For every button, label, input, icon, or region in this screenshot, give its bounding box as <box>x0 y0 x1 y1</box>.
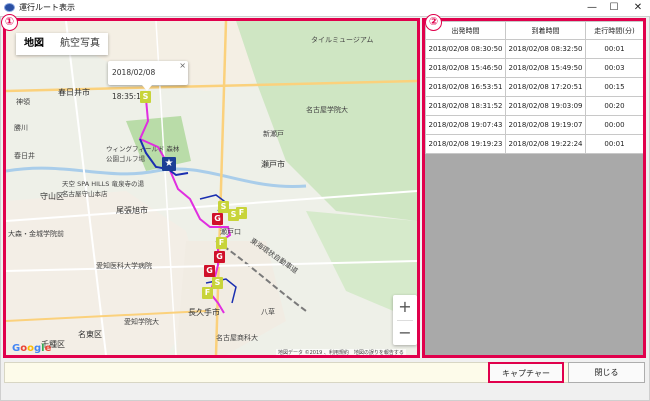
map-label: 八草 <box>261 308 275 316</box>
map-label: 愛知学院大 <box>124 318 159 326</box>
column-header-arrival[interactable]: 到着時間 <box>505 21 586 40</box>
route-marker-goal[interactable]: G <box>214 251 225 263</box>
route-marker-finish[interactable]: F <box>216 237 227 249</box>
table-row[interactable]: 2018/02/08 08:30:50 2018/02/08 08:32:50 … <box>425 39 643 59</box>
route-marker-start[interactable]: S <box>212 277 223 289</box>
column-header-duration[interactable]: 走行時間(分) <box>585 21 643 40</box>
info-window-close-icon[interactable]: × <box>179 54 186 78</box>
map-label: 名古屋学院大 <box>306 106 348 114</box>
map-label: 瀬戸口 <box>220 228 241 236</box>
table-cell: 00:00 <box>585 115 643 135</box>
table-row[interactable]: 2018/02/08 15:46:50 2018/02/08 15:49:50 … <box>425 58 643 78</box>
map-type-satellite-button[interactable]: 航空写真 <box>52 33 108 55</box>
table-cell: 00:20 <box>585 96 643 116</box>
map-label: 新瀬戸 <box>263 130 284 138</box>
table-row[interactable]: 2018/02/08 16:53:51 2018/02/08 17:20:51 … <box>425 77 643 97</box>
close-button[interactable]: 閉じる <box>568 362 645 383</box>
window-title: 運行ルート表示 <box>19 3 75 12</box>
callout-badge-2: ② <box>425 14 442 31</box>
map-label: 天空 SPA HILLS 竜泉寺の湯 名古屋守山本店 <box>62 180 144 198</box>
table-cell: 2018/02/08 08:32:50 <box>505 39 586 59</box>
table-cell: 00:03 <box>585 58 643 78</box>
table-cell: 2018/02/08 19:07:43 <box>425 115 506 135</box>
table-cell: 2018/02/08 19:19:23 <box>425 134 506 154</box>
table-cell: 00:01 <box>585 39 643 59</box>
map-label: 長久手市 <box>188 308 220 317</box>
zoom-out-button[interactable]: − <box>393 321 417 346</box>
table-row[interactable]: 2018/02/08 19:19:23 2018/02/08 19:22:24 … <box>425 134 643 154</box>
map-label: 春日井市 <box>58 88 90 97</box>
zoom-control: + − <box>393 295 417 345</box>
table-cell: 2018/02/08 17:20:51 <box>505 77 586 97</box>
app-icon <box>4 3 15 12</box>
table-cell: 2018/02/08 15:46:50 <box>425 58 506 78</box>
minimize-button[interactable]: — <box>580 0 604 16</box>
table-cell: 00:01 <box>585 134 643 154</box>
title-bar: 運行ルート表示 — ☐ ✕ <box>0 0 650 16</box>
close-window-button[interactable]: ✕ <box>626 0 650 16</box>
map-label: 愛知医科大学病院 <box>96 262 152 270</box>
table-cell: 2018/02/08 16:53:51 <box>425 77 506 97</box>
route-marker-goal[interactable]: G <box>212 213 223 225</box>
map-label: 大森・金城学院前 <box>8 230 64 238</box>
route-marker-finish[interactable]: F <box>236 207 247 219</box>
map-label: 尾張旭市 <box>116 206 148 215</box>
table-cell: 00:15 <box>585 77 643 97</box>
map-label: 神領 <box>16 98 30 106</box>
table-cell: 2018/02/08 15:49:50 <box>505 58 586 78</box>
map-label: 勝川 <box>14 124 28 132</box>
map-label: 守山区 <box>40 192 64 201</box>
route-marker-finish[interactable]: F <box>202 287 213 299</box>
callout-badge-1: ① <box>1 14 18 31</box>
maximize-button[interactable]: ☐ <box>602 0 626 16</box>
info-window: 2018/02/08 18:35:16 × <box>108 61 188 101</box>
map-type-control: 地図 航空写真 <box>16 33 108 55</box>
map-label: 瀬戸市 <box>261 160 285 169</box>
table-header-row: 出発時間 到着時間 走行時間(分) <box>425 21 643 40</box>
map-label: 名古屋商科大 <box>216 334 258 342</box>
map-label: 春日井 <box>14 152 35 160</box>
capture-button[interactable]: キャプチャー <box>488 362 564 383</box>
route-marker-current[interactable]: ★ <box>162 157 176 171</box>
route-marker-goal[interactable]: G <box>204 265 215 277</box>
google-logo: Google <box>12 343 52 354</box>
zoom-in-button[interactable]: + <box>393 295 417 320</box>
map-label: 名東区 <box>78 330 102 339</box>
map-credit[interactable]: 地図データ ©2019 、利用規約 地図の誤りを報告する <box>276 349 406 355</box>
table-cell: 2018/02/08 08:30:50 <box>425 39 506 59</box>
route-marker-start[interactable]: S <box>140 91 151 103</box>
trip-table-panel: 出発時間 到着時間 走行時間(分) 2018/02/08 08:30:50 20… <box>422 18 646 358</box>
table-cell: 2018/02/08 19:19:07 <box>505 115 586 135</box>
table-row[interactable]: 2018/02/08 18:31:52 2018/02/08 19:03:09 … <box>425 96 643 116</box>
table-row[interactable]: 2018/02/08 19:07:43 2018/02/08 19:19:07 … <box>425 115 643 135</box>
map-label: タイルミュージアム <box>311 36 374 44</box>
table-cell: 2018/02/08 19:22:24 <box>505 134 586 154</box>
map-type-roadmap-button[interactable]: 地図 <box>16 33 52 55</box>
table-cell: 2018/02/08 19:03:09 <box>505 96 586 116</box>
table-cell: 2018/02/08 18:31:52 <box>425 96 506 116</box>
map-panel[interactable]: 地図 航空写真 2018/02/08 18:35:16 × 春日井市 尾張旭市 … <box>3 18 420 358</box>
trip-table: 出発時間 到着時間 走行時間(分) 2018/02/08 08:30:50 20… <box>425 21 643 154</box>
